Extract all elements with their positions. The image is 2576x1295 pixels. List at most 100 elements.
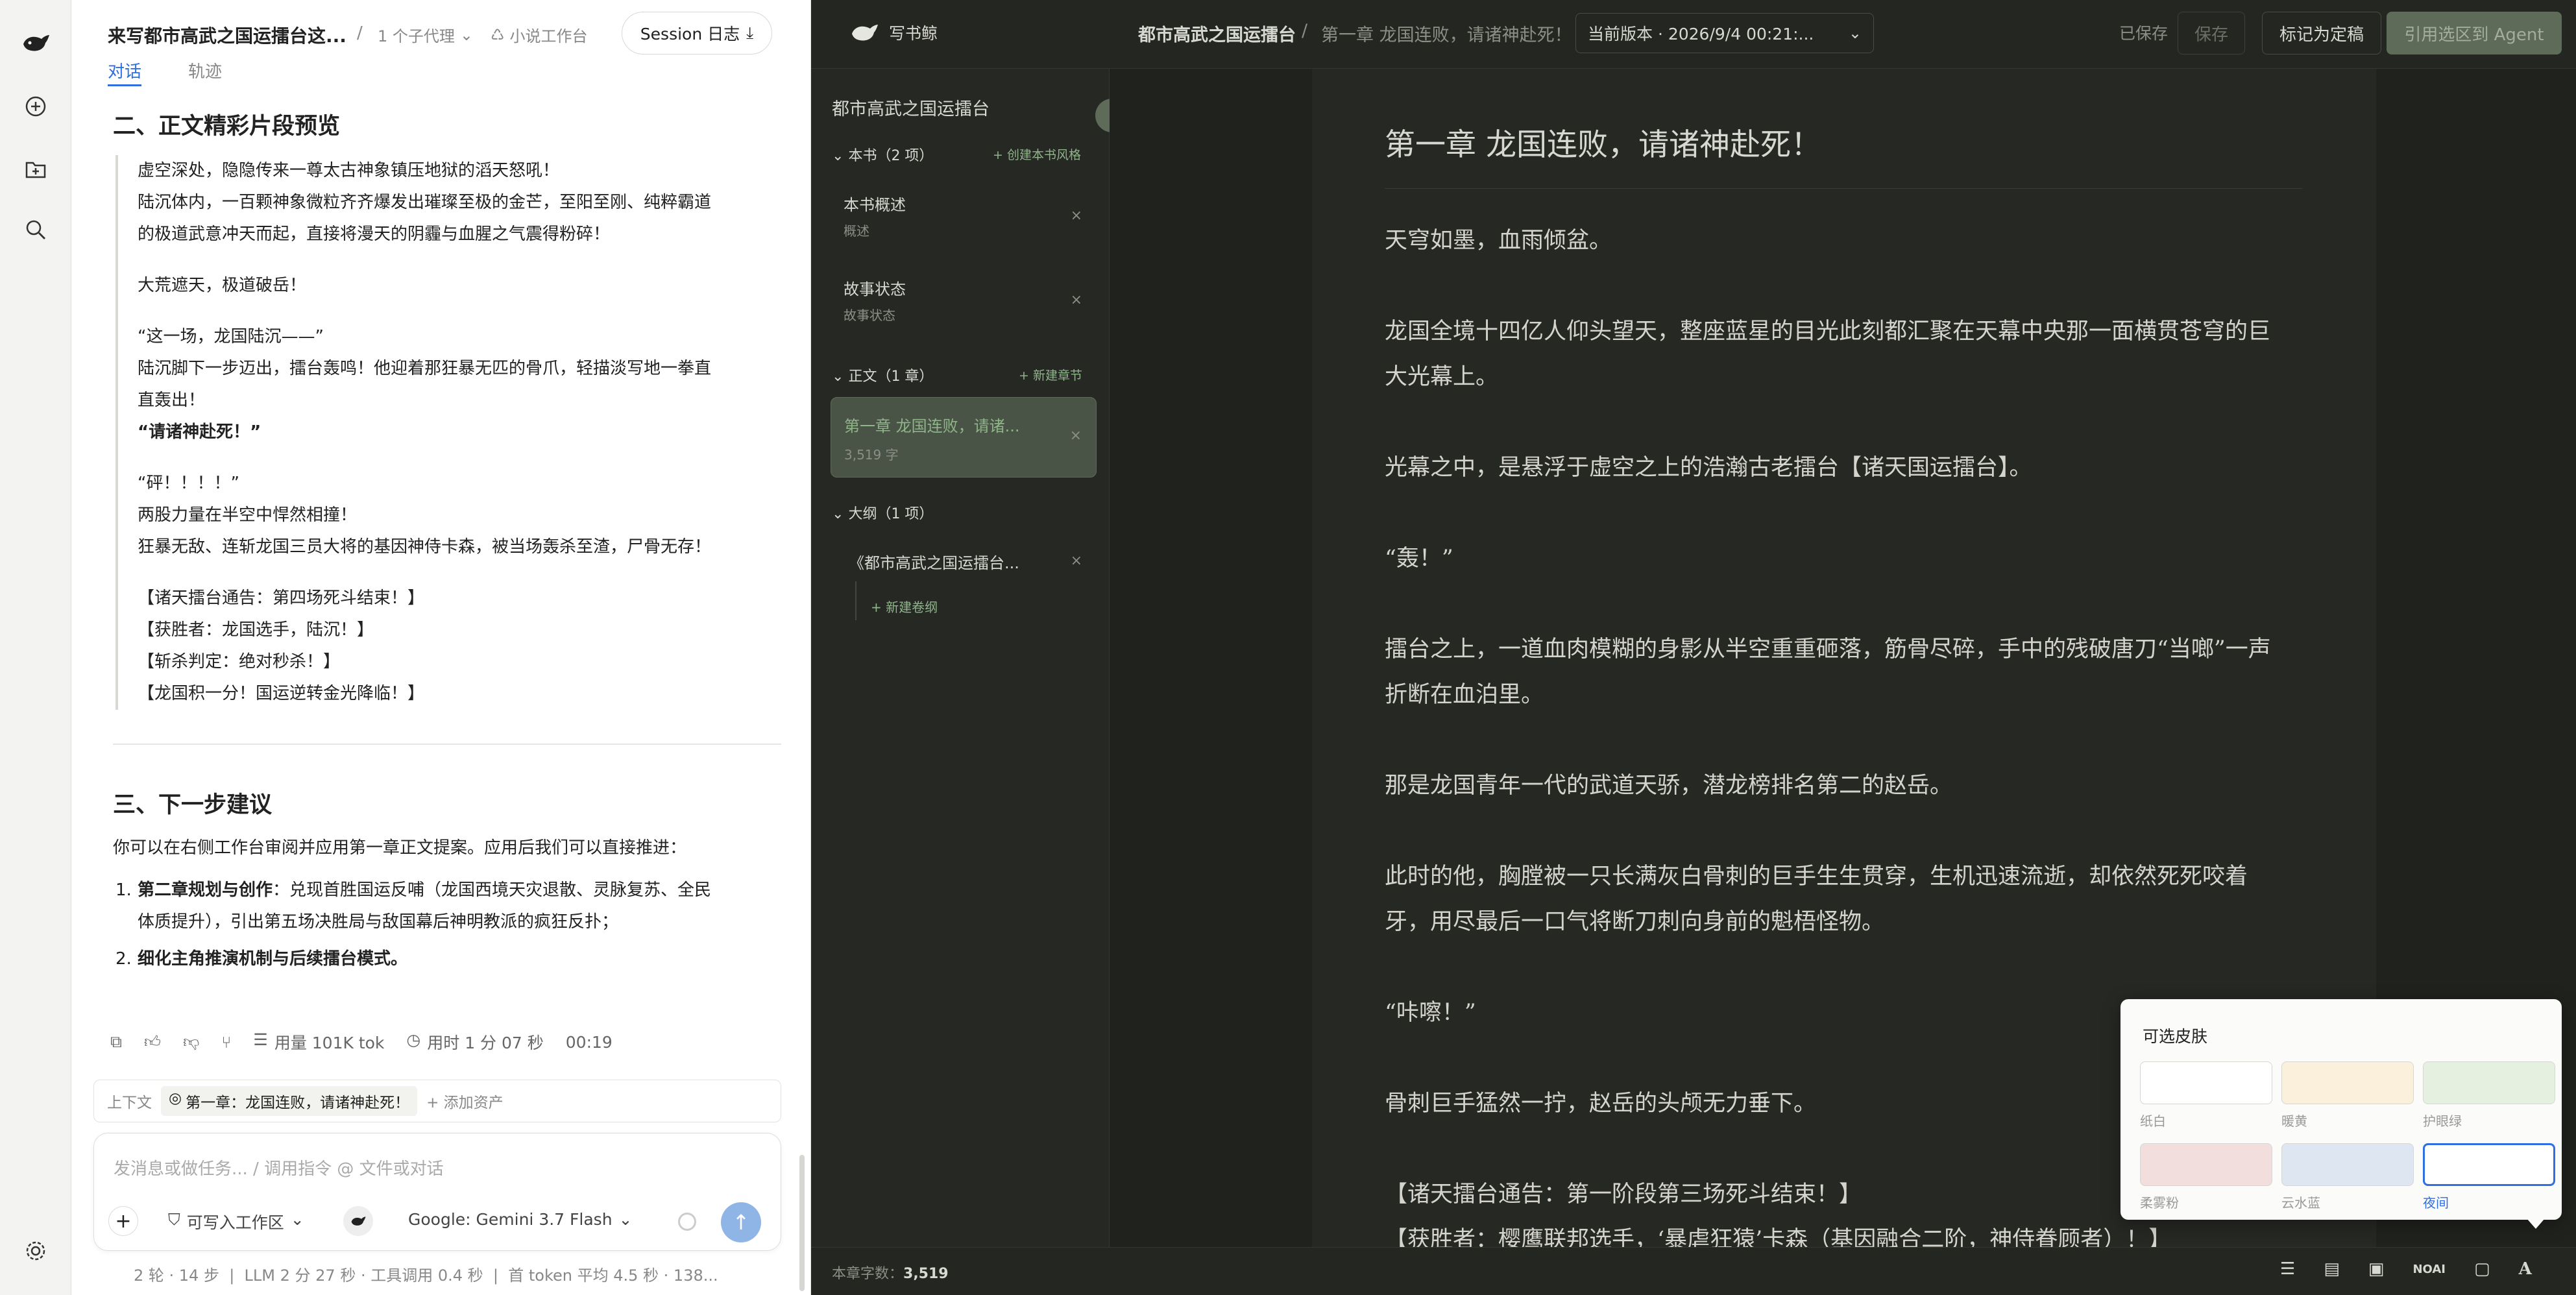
excerpt-line: 大荒遮天，极道破岳！ — [138, 276, 307, 295]
chevron-down-icon: ⌄ — [618, 1210, 633, 1229]
excerpt-line: “请诸神赴死！” — [138, 422, 261, 442]
paragraph: 龙国全境十四亿人仰头望天，整座蓝星的目光此刻都汇聚在天幕中央那一面横贯苍穹的巨 — [1385, 319, 2271, 345]
skin-popup: 可选皮肤 纸白 暖黄 护眼绿 柔雾粉 云水蓝 夜间 — [2120, 999, 2562, 1220]
excerpt-line: 【获胜者：龙国选手，陆沉！】 — [138, 620, 374, 640]
whale-logo-icon — [852, 25, 878, 41]
context-chip[interactable]: ◎ 第一章：龙国连败，请诸神赴死！ — [161, 1086, 418, 1116]
database-icon: ☰ — [253, 1030, 268, 1049]
quote-to-agent-button[interactable]: 引用选区到 Agent — [2387, 12, 2562, 54]
skin-swatch-paper-white[interactable] — [2140, 1061, 2272, 1104]
paragraph: 此时的他，胸膛被一只长满灰白骨刺的巨手生生贯穿，生机迅速流逝，却依然死死咬着 — [1385, 864, 2248, 890]
section-heading: 三、下一步建议 — [113, 792, 273, 818]
tab-trace[interactable]: 轨迹 — [188, 58, 222, 82]
paragraph: 天穹如墨，血雨倾盆。 — [1385, 228, 1612, 254]
usage-stat: ☰ 用量 101K tok — [253, 1030, 385, 1052]
skin-square-icon[interactable]: ▢ — [2474, 1259, 2490, 1279]
writable-workspace-toggle[interactable]: ⛉ 可写入工作区 ⌄ — [168, 1210, 304, 1233]
group-outline-header[interactable]: ⌄ 大纲（1 项） — [832, 502, 933, 523]
outline-item-outline[interactable]: 《都市高武之国运擂台... × — [831, 539, 1097, 584]
add-folder-icon[interactable] — [18, 151, 54, 188]
skin-swatch-warm-yellow[interactable] — [2281, 1061, 2414, 1104]
noai-toggle[interactable]: NOAI — [2412, 1263, 2446, 1276]
breadcrumb-book[interactable]: 都市高武之国运擂台 — [1138, 21, 1296, 46]
search-icon[interactable] — [18, 212, 54, 248]
version-select[interactable]: 当前版本 · 2026/9/4 00:21:... ⌄ — [1575, 13, 1874, 53]
saved-status: 已保存 — [2119, 24, 2169, 43]
skin-swatch-mist-pink[interactable] — [2140, 1143, 2272, 1186]
excerpt-line: 的极道武意冲天而起，直接将漫天的阴霾与血腥之气震得粉碎！ — [138, 224, 611, 244]
paragraph: 那是龙国青年一代的武道天骄，潜龙榜排名第二的赵岳。 — [1385, 773, 1953, 799]
paragraph: 擂台之上，一道血肉模糊的身影从半空重重砸落，筋骨尽碎，手中的残破唐刀“当啷”一声 — [1385, 636, 2271, 662]
paragraph: 牙，用尽最后一口气将断刀刺向身前的魁梧怪物。 — [1385, 909, 1885, 935]
chat-message: 二、正文精彩片段预览 虚空深处，隐隐传来一尊太古神象镇压地狱的滔天怒吼！ 陆沉体… — [113, 108, 781, 975]
arrow-up-icon: ↑ — [732, 1210, 750, 1235]
close-icon[interactable]: × — [1071, 292, 1082, 308]
save-button[interactable]: 保存 — [2178, 12, 2245, 54]
recycle-icon: ♺ — [491, 25, 505, 44]
outline-item-overview[interactable]: 本书概述 概述 × — [831, 180, 1097, 253]
settings-icon[interactable] — [18, 1233, 54, 1269]
brand-name: 写书鲸 — [889, 24, 938, 43]
outline-item-story-state[interactable]: 故事状态 故事状态 × — [831, 265, 1097, 337]
outline-item-chapter-1[interactable]: 第一章 龙国连败，请诸... 3,519 字 × — [831, 397, 1097, 478]
chat-panel: 来写都市高武之国运擂台这... / 1 个子代理 ⌄ ♺ 小说工作台 Sessi… — [71, 0, 811, 1295]
run-stats: 2 轮 · 14 步 | LLM 2 分 27 秒 · 工具调用 0.4 秒 |… — [134, 1266, 718, 1285]
excerpt-line: “这一场，龙国陆沉——” — [138, 327, 324, 346]
brand: 写书鲸 — [846, 19, 938, 45]
excerpt-line: 狂暴无敌、连斩龙国三员大将的基因神侍卡森，被当场轰杀至渣，尸骨无存！ — [138, 537, 712, 557]
add-asset-button[interactable]: + 添加资产 — [426, 1090, 504, 1112]
close-icon[interactable]: × — [1071, 553, 1082, 569]
whale-logo-icon[interactable] — [18, 25, 54, 61]
list-item: 体质提升），引出第五场决胜局与敌国幕后神明教派的疯狂反扑； — [138, 912, 619, 932]
message-input[interactable]: 发消息或做任务... / 调用指令 @ 文件或对话 — [114, 1156, 444, 1180]
mark-final-button[interactable]: 标记为定稿 — [2262, 12, 2381, 54]
thumbs-down-icon[interactable]: 👎︎ — [183, 1032, 199, 1052]
attach-plus-button[interactable]: + — [108, 1206, 138, 1236]
status-bar: 本章字数：3,519 ☰ ▤ ▣ NOAI ▢ A — [811, 1247, 2576, 1295]
workspace-link[interactable]: ♺ 小说工作台 — [491, 23, 588, 46]
new-chapter-button[interactable]: + 新建章节 — [1019, 366, 1082, 383]
clock-icon: ◷ — [406, 1030, 421, 1049]
skin-swatch-cloud-blue[interactable] — [2281, 1143, 2414, 1186]
close-icon[interactable]: × — [1070, 428, 1082, 444]
paragraph: 大光幕上。 — [1385, 364, 1499, 390]
plus-circle-icon[interactable] — [18, 88, 54, 125]
clipboard-icon[interactable]: ▤ — [2324, 1259, 2340, 1279]
excerpt-line: 直轰出！ — [138, 391, 206, 410]
divider — [113, 744, 781, 745]
chevron-down-icon: ⌄ — [459, 25, 474, 44]
new-volume-button[interactable]: + 新建卷纲 — [871, 597, 938, 616]
group-body-header[interactable]: ⌄ 正文（1 章） — [832, 365, 933, 385]
session-log-button[interactable]: Session 日志 ⤓ — [622, 12, 772, 54]
loading-spinner-icon — [678, 1213, 696, 1231]
subagent-dropdown[interactable]: 1 个子代理 ⌄ — [378, 23, 473, 46]
skin-swatch-eye-green[interactable] — [2423, 1061, 2555, 1104]
send-button[interactable]: ↑ — [721, 1202, 761, 1242]
model-selector[interactable]: Google: Gemini 3.7 Flash ⌄ — [408, 1210, 633, 1229]
tab-chat[interactable]: 对话 — [108, 58, 141, 82]
left-rail — [0, 0, 71, 1295]
chevron-down-icon: ⌄ — [290, 1210, 304, 1229]
breadcrumb-chapter[interactable]: 第一章 龙国连败，请诸神赴死！ — [1321, 21, 1572, 46]
create-style-button[interactable]: + 创建本书风格 — [993, 145, 1081, 163]
plus-icon: + — [115, 1209, 132, 1233]
list-format-icon[interactable]: ☰ — [2280, 1259, 2295, 1279]
thumbs-up-icon[interactable]: 👍︎ — [144, 1032, 161, 1052]
group-book-header[interactable]: ⌄ 本书（2 项） — [832, 144, 933, 165]
fork-icon[interactable]: ⑂ — [221, 1033, 231, 1052]
shield-icon: ⛉ — [168, 1210, 180, 1229]
clipboard-check-icon[interactable]: ▣ — [2368, 1259, 2385, 1279]
chat-scrollbar[interactable] — [799, 1155, 805, 1291]
context-bar: 上下文 ◎ 第一章：龙国连败，请诸神赴死！ + 添加资产 — [93, 1080, 781, 1122]
copy-icon[interactable]: ⧉ — [110, 1032, 122, 1052]
message-actions: ⧉ 👍︎ 👎︎ ⑂ ☰ 用量 101K tok ◷ 用时 1 分 07 秒 00:1… — [110, 1030, 613, 1054]
close-icon[interactable]: × — [1071, 208, 1082, 224]
composer: 发消息或做任务... / 调用指令 @ 文件或对话 + ⛉ 可写入工作区 ⌄ Goo… — [93, 1133, 781, 1251]
section-heading: 二、正文精彩片段预览 — [113, 114, 341, 139]
list-item: 细化主角推演机制与后续擂台模式。 — [138, 949, 408, 969]
font-icon[interactable]: A — [2519, 1259, 2532, 1279]
excerpt-line: 【龙国积一分！国运逆转金光降临！】 — [138, 684, 425, 703]
skin-swatch-night[interactable] — [2423, 1143, 2555, 1186]
workspace-label: 小说工作台 — [509, 27, 588, 45]
suggestion-list: 1. 第二章规划与创作：兑现首胜国运反哺（龙国西境天灾退散、灵脉复苏、全民 体质… — [113, 875, 781, 975]
